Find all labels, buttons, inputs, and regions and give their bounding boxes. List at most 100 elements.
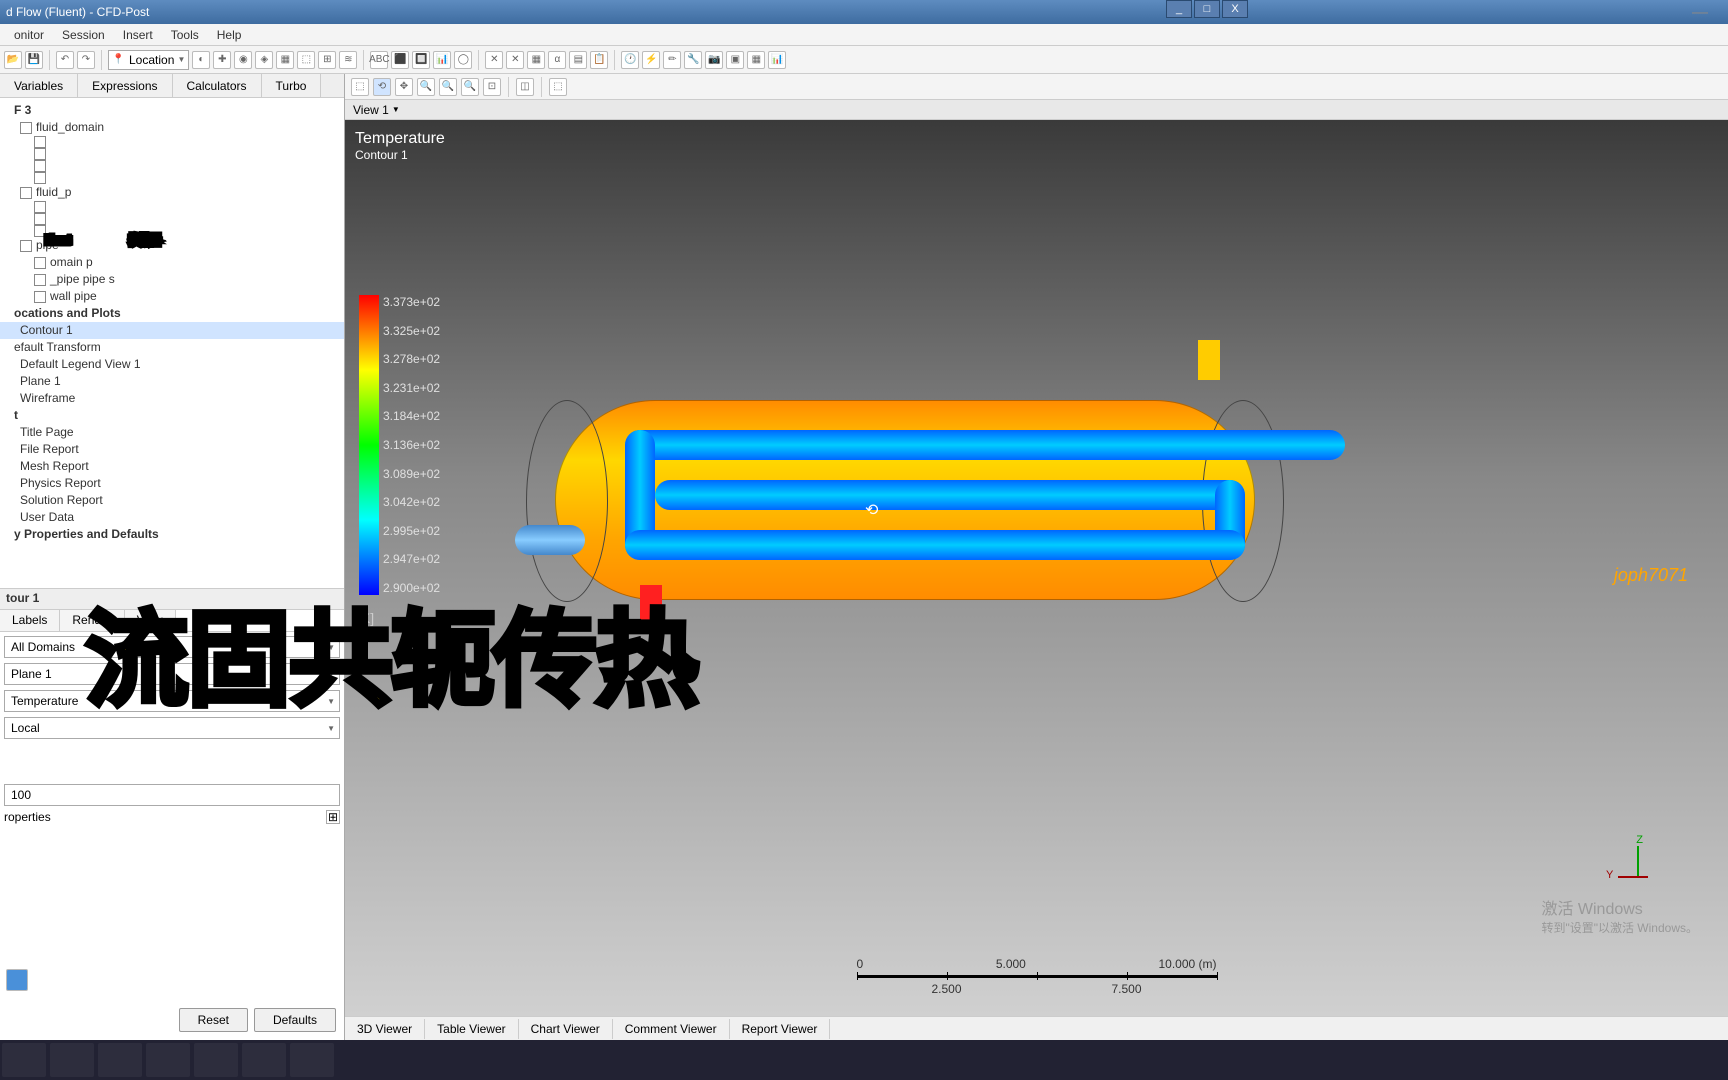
view-icon[interactable]: ⬚: [549, 78, 567, 96]
windows-activation: 激活 Windows 转到"设置"以激活 Windows。: [1541, 895, 1698, 936]
tool-icon[interactable]: ≋: [339, 51, 357, 69]
3d-canvas[interactable]: Temperature Contour 1 3.373e+023.325e+02…: [345, 120, 1728, 1016]
menu-tools[interactable]: Tools: [163, 26, 207, 44]
tab-report-viewer[interactable]: Report Viewer: [730, 1019, 831, 1039]
taskbar-item[interactable]: [290, 1043, 334, 1077]
tree-wireframe[interactable]: Wireframe: [0, 390, 344, 407]
minimize-button[interactable]: _: [1166, 0, 1192, 18]
tree-item[interactable]: _pipe pipe s: [0, 271, 344, 288]
tool-icon[interactable]: ⬛: [391, 51, 409, 69]
outer-minimize-icon[interactable]: —: [1692, 4, 1708, 22]
tool-icon[interactable]: ⬚: [297, 51, 315, 69]
scale-bar: 05.00010.000 (m) 2.5007.500: [857, 957, 1217, 996]
tool-icon[interactable]: ✕: [485, 51, 503, 69]
tree-file-report[interactable]: File Report: [0, 441, 344, 458]
tool-icon[interactable]: ◈: [255, 51, 273, 69]
menu-insert[interactable]: Insert: [115, 26, 161, 44]
menu-help[interactable]: Help: [209, 26, 250, 44]
rotate-icon[interactable]: ⟲: [373, 78, 391, 96]
tree-title-page[interactable]: Title Page: [0, 424, 344, 441]
tree-locations-plots[interactable]: ocations and Plots: [0, 305, 344, 322]
tool-icon[interactable]: α: [548, 51, 566, 69]
tool-icon[interactable]: ⚡: [642, 51, 660, 69]
apply-icon[interactable]: [6, 969, 28, 991]
tree-item[interactable]: [0, 136, 344, 148]
tool-icon[interactable]: 🔲: [412, 51, 430, 69]
tool-icon[interactable]: 📋: [590, 51, 608, 69]
open-icon[interactable]: 📂: [4, 51, 22, 69]
tool-icon[interactable]: ⊞: [318, 51, 336, 69]
tab-comment-viewer[interactable]: Comment Viewer: [613, 1019, 730, 1039]
tab-3d-viewer[interactable]: 3D Viewer: [345, 1019, 425, 1039]
tool-icon[interactable]: ✕: [506, 51, 524, 69]
undo-icon[interactable]: ↶: [56, 51, 74, 69]
taskbar-item[interactable]: [242, 1043, 286, 1077]
location-dropdown[interactable]: Location: [108, 50, 189, 70]
tool-icon[interactable]: 📊: [433, 51, 451, 69]
taskbar-item[interactable]: [50, 1043, 94, 1077]
fit-icon[interactable]: ⊡: [483, 78, 501, 96]
tool-icon[interactable]: 📷: [705, 51, 723, 69]
tree-plane1[interactable]: Plane 1: [0, 373, 344, 390]
tool-icon[interactable]: ▤: [569, 51, 587, 69]
clock-icon[interactable]: 🕐: [621, 51, 639, 69]
reset-button[interactable]: Reset: [179, 1008, 248, 1032]
zoom-icon[interactable]: 🔍: [439, 78, 457, 96]
tool-icon[interactable]: ◉: [234, 51, 252, 69]
select-icon[interactable]: ⬚: [351, 78, 369, 96]
tab-table-viewer[interactable]: Table Viewer: [425, 1019, 518, 1039]
defaults-button[interactable]: Defaults: [254, 1008, 336, 1032]
tree-physics-report[interactable]: Physics Report: [0, 475, 344, 492]
taskbar-item[interactable]: [146, 1043, 190, 1077]
tab-variables[interactable]: Variables: [0, 74, 78, 97]
windows-taskbar[interactable]: [0, 1040, 1728, 1080]
tree-properties-defaults[interactable]: y Properties and Defaults: [0, 526, 344, 543]
close-button[interactable]: X: [1222, 0, 1248, 18]
tab-expressions[interactable]: Expressions: [78, 74, 172, 97]
contours-field[interactable]: 100: [4, 784, 340, 806]
tree-mesh-report[interactable]: Mesh Report: [0, 458, 344, 475]
menu-monitor[interactable]: onitor: [6, 26, 52, 44]
tree-fluid-domain[interactable]: fluid_domain: [0, 119, 344, 136]
tool-icon[interactable]: 📊: [768, 51, 786, 69]
tool-icon[interactable]: ◯: [454, 51, 472, 69]
tree-user-data[interactable]: User Data: [0, 509, 344, 526]
tab-turbo[interactable]: Turbo: [262, 74, 322, 97]
taskbar-item[interactable]: [2, 1043, 46, 1077]
view-label[interactable]: View 1: [345, 100, 1728, 120]
pan-icon[interactable]: ✥: [395, 78, 413, 96]
tree-solution-report[interactable]: Solution Report: [0, 492, 344, 509]
tree-wall-pipe[interactable]: wall pipe: [0, 288, 344, 305]
tree-t[interactable]: t: [0, 407, 344, 424]
tool-icon[interactable]: ✚: [213, 51, 231, 69]
overlay-title-2: 流固共轭传热: [85, 575, 697, 726]
tool-icon[interactable]: ◐: [192, 51, 210, 69]
save-icon[interactable]: 💾: [25, 51, 43, 69]
tree-root[interactable]: F 3: [0, 102, 344, 119]
tree-default-legend[interactable]: Default Legend View 1: [0, 356, 344, 373]
tab-chart-viewer[interactable]: Chart Viewer: [519, 1019, 613, 1039]
redo-icon[interactable]: ↷: [77, 51, 95, 69]
tree-contour1[interactable]: Contour 1: [0, 322, 344, 339]
expand-icon[interactable]: ⊞: [326, 810, 340, 824]
tool-icon[interactable]: ▦: [527, 51, 545, 69]
main-toolbar: 📂 💾 ↶ ↷ Location ◐ ✚ ◉ ◈ ▦ ⬚ ⊞ ≋ ABC ⬛ 🔲…: [0, 46, 1728, 74]
taskbar-item[interactable]: [98, 1043, 142, 1077]
tree-default-transform[interactable]: efault Transform: [0, 339, 344, 356]
tool-icon[interactable]: ABC: [370, 51, 388, 69]
zoom-icon[interactable]: 🔍: [417, 78, 435, 96]
tool-icon[interactable]: ▦: [276, 51, 294, 69]
taskbar-item[interactable]: [194, 1043, 238, 1077]
tool-icon[interactable]: ▣: [726, 51, 744, 69]
legend-subtitle: Contour 1: [355, 148, 445, 162]
tab-calculators[interactable]: Calculators: [173, 74, 262, 97]
menu-session[interactable]: Session: [54, 26, 113, 44]
tool-icon[interactable]: ✏: [663, 51, 681, 69]
window-titlebar: d Flow (Fluent) - CFD-Post _ □ X —: [0, 0, 1728, 24]
tool-icon[interactable]: 🔧: [684, 51, 702, 69]
zoom-icon[interactable]: 🔍: [461, 78, 479, 96]
maximize-button[interactable]: □: [1194, 0, 1220, 18]
tool-icon[interactable]: ▦: [747, 51, 765, 69]
view-icon[interactable]: ◫: [516, 78, 534, 96]
tab-labels[interactable]: Labels: [0, 610, 60, 631]
